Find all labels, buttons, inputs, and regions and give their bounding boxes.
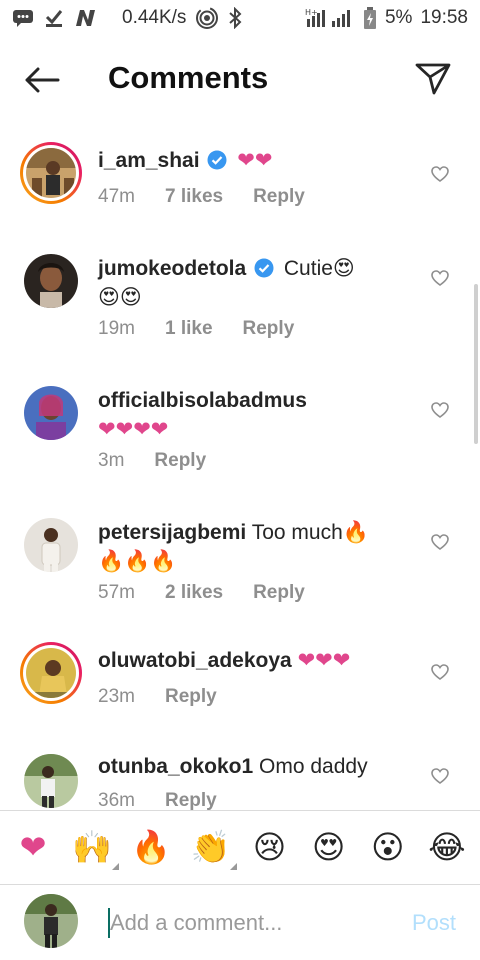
- like-button[interactable]: [430, 268, 450, 288]
- emoji-raised-hands-button[interactable]: 🙌: [71, 826, 120, 870]
- post-button[interactable]: Post: [412, 910, 456, 936]
- message-icon: [12, 9, 34, 27]
- network-type: H+: [305, 8, 318, 17]
- emoji-crying-button[interactable]: 😢: [249, 826, 291, 868]
- emoji-laughing-button[interactable]: 😂: [426, 826, 468, 868]
- avatar[interactable]: [20, 642, 82, 704]
- comment-time: 36m: [98, 790, 135, 810]
- emoji-surprised-button[interactable]: 😮: [367, 826, 409, 868]
- comments-list[interactable]: i_am_shai ❤❤ 47m 7 likes Reply jumokeode…: [0, 122, 480, 810]
- comment-text-line2: 😍😍: [98, 286, 142, 309]
- comment-time: 23m: [98, 686, 135, 707]
- emoji-heart-eyes-button[interactable]: 😍: [308, 826, 350, 868]
- heart-outline-icon: [431, 534, 449, 550]
- like-button[interactable]: [430, 400, 450, 420]
- comment-username[interactable]: jumokeodetola: [98, 257, 246, 280]
- back-button[interactable]: [22, 64, 62, 96]
- check-download-icon: [44, 8, 64, 28]
- bluetooth-icon: [228, 7, 242, 29]
- heart-outline-icon: [431, 768, 449, 784]
- avatar[interactable]: [20, 142, 82, 204]
- comment-username[interactable]: officialbisolabadmus: [98, 389, 307, 412]
- network-speed: 0.44K/s: [122, 7, 187, 28]
- like-button[interactable]: [430, 164, 450, 184]
- comment-username[interactable]: otunba_okoko1: [98, 755, 253, 778]
- direct-message-button[interactable]: [414, 60, 452, 98]
- heart-outline-icon: [431, 166, 449, 182]
- comment-input[interactable]: [110, 906, 390, 940]
- back-arrow-icon: [25, 67, 60, 93]
- heart-outline-icon: [431, 664, 449, 680]
- reply-button[interactable]: Reply: [243, 318, 295, 340]
- verified-badge-icon: [254, 258, 274, 278]
- divider: [0, 884, 480, 885]
- heart-outline-icon: [431, 270, 449, 286]
- avatar[interactable]: [20, 514, 82, 576]
- emoji-fire-button[interactable]: 🔥: [130, 826, 172, 868]
- emoji-heart-button[interactable]: ❤: [12, 826, 54, 868]
- comment-username[interactable]: petersijagbemi: [98, 521, 246, 544]
- comment-time: 3m: [98, 450, 125, 471]
- avatar[interactable]: [20, 750, 82, 810]
- comment-username[interactable]: oluwatobi_adekoya: [98, 649, 292, 672]
- like-button[interactable]: [430, 766, 450, 786]
- comment-likes[interactable]: 7 likes: [165, 186, 223, 208]
- heart-outline-icon: [431, 402, 449, 418]
- signal-icon: H+: [305, 7, 355, 29]
- quick-emoji-bar: ❤ 🙌 🔥 👏 😢 😍 😮 😂: [0, 812, 480, 882]
- comment-text: Omo daddy: [259, 755, 368, 778]
- avatar[interactable]: [20, 382, 82, 444]
- verified-badge-icon: [207, 150, 227, 170]
- comment-text: ❤❤❤❤: [98, 418, 169, 441]
- comment-likes[interactable]: 1 like: [165, 318, 213, 340]
- reply-button[interactable]: Reply: [253, 186, 305, 208]
- battery-icon: [363, 7, 377, 29]
- reply-button[interactable]: Reply: [253, 582, 305, 604]
- status-bar: 0.44K/s H+ 5% 19:58: [0, 0, 480, 36]
- comment-time: 57m: [98, 582, 135, 603]
- emoji-clap-button[interactable]: 👏: [189, 826, 238, 870]
- comment-text: ❤❤❤: [297, 649, 351, 672]
- comment-username[interactable]: i_am_shai: [98, 149, 200, 172]
- comment-text-line2: 🔥🔥🔥: [98, 550, 177, 573]
- reply-button[interactable]: Reply: [154, 450, 206, 472]
- comment-time: 47m: [98, 186, 135, 207]
- battery-level: 5%: [384, 7, 413, 28]
- scrollbar[interactable]: [474, 284, 478, 444]
- divider: [0, 810, 480, 811]
- comment-text: Cutie😍: [283, 257, 355, 280]
- hotspot-icon: [196, 7, 219, 29]
- comment-likes[interactable]: 2 likes: [165, 582, 223, 604]
- comment-text: Too much🔥: [251, 521, 369, 544]
- header: Comments: [0, 44, 480, 116]
- reply-button[interactable]: Reply: [165, 790, 217, 810]
- comment-composer: Post: [0, 886, 480, 960]
- comment-time: 19m: [98, 318, 135, 339]
- clock: 19:58: [420, 7, 468, 28]
- n-app-icon: [74, 8, 98, 28]
- page-title: Comments: [108, 60, 269, 95]
- comment-text: ❤❤: [237, 149, 273, 172]
- avatar[interactable]: [20, 250, 82, 312]
- send-icon: [415, 63, 451, 95]
- like-button[interactable]: [430, 532, 450, 552]
- reply-button[interactable]: Reply: [165, 686, 217, 708]
- user-avatar: [24, 894, 78, 948]
- like-button[interactable]: [430, 662, 450, 682]
